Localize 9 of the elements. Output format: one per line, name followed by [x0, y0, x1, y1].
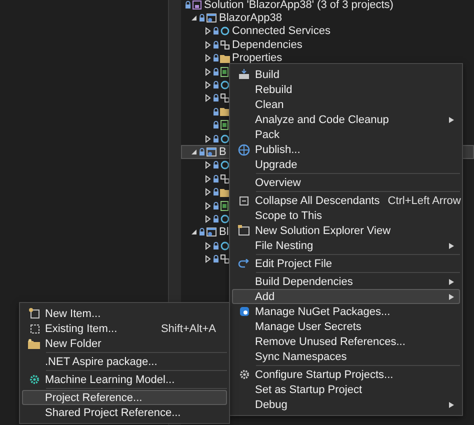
shortcut-text: Shift+Alt+A [160, 322, 216, 334]
tree-label: Bl [219, 226, 229, 238]
tree-label: B [219, 146, 226, 158]
tree-label: Dependencies [232, 38, 302, 51]
tree-label: Solution 'BlazorApp38' (3 of 3 projects) [204, 0, 394, 11]
shortcut-text: Ctrl+Left Arrow [388, 194, 461, 206]
tree-label: Properties [232, 52, 282, 64]
tree-label: Connected Services [232, 25, 330, 38]
tree-label: BlazorApp38 [219, 12, 282, 24]
